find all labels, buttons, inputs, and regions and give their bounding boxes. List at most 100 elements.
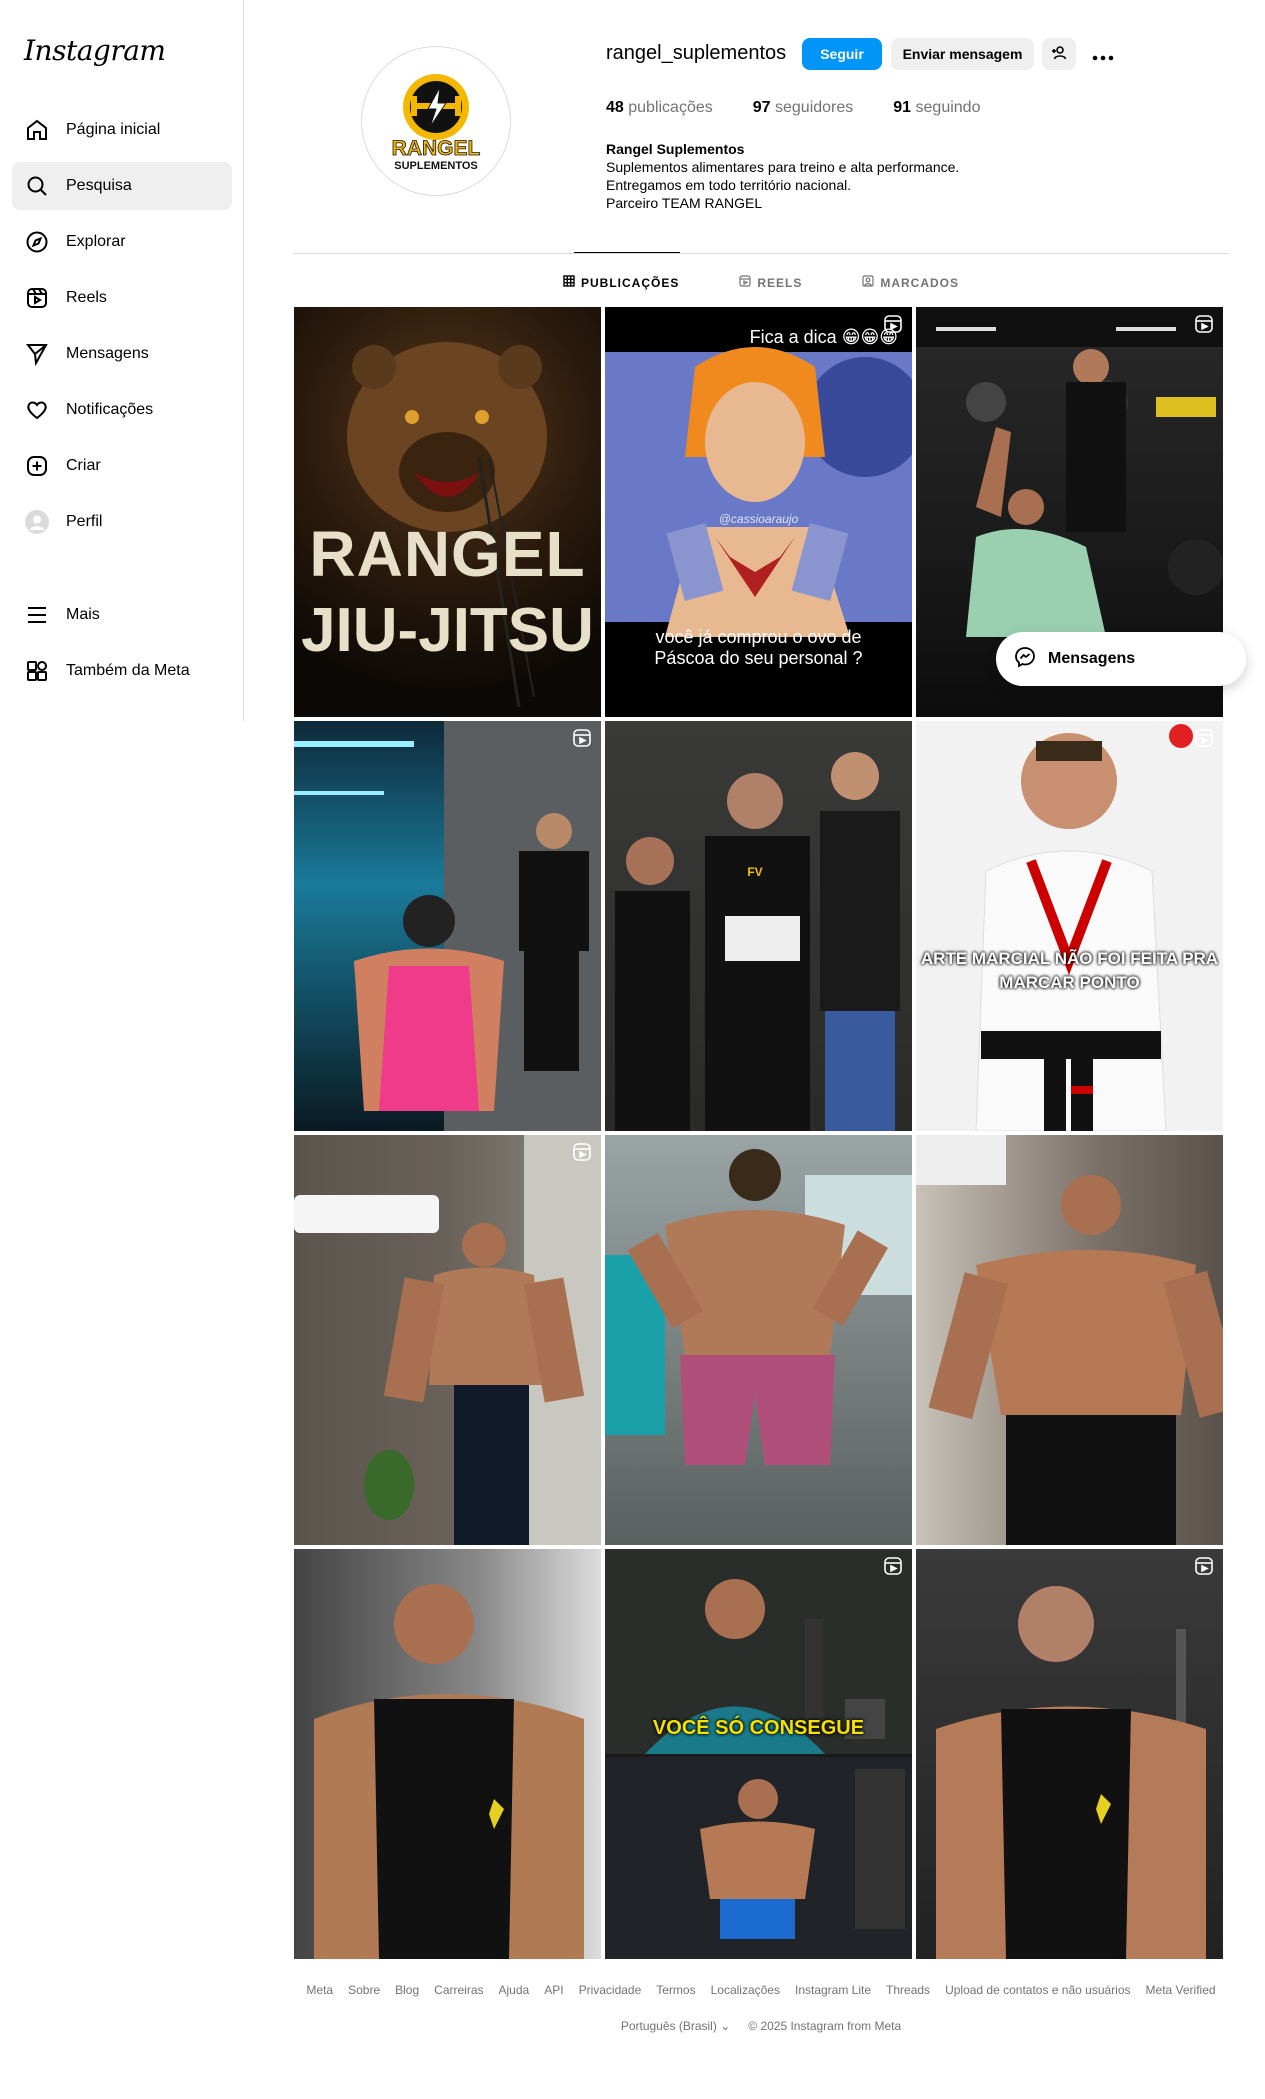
reel-indicator-icon [573, 1143, 591, 1161]
reel-indicator-icon [1195, 729, 1213, 747]
instagram-logo[interactable]: Instagram [24, 34, 166, 67]
footer-link[interactable]: Termos [656, 1983, 695, 1997]
logo-text-rangel: RANGEL [392, 137, 481, 160]
sidebar-item-more[interactable]: Mais [12, 591, 232, 639]
brand-logo: RANGEL SUPLEMENTOS [384, 69, 488, 173]
reel-indicator-icon [1195, 315, 1213, 333]
footer-link[interactable]: Upload de contatos e não usuários [945, 1983, 1130, 1997]
more-options-button[interactable] [1086, 38, 1120, 70]
reel-indicator-icon [1195, 1557, 1213, 1575]
following-count[interactable]: 91 seguindo [893, 99, 980, 117]
post-tile[interactable] [916, 1549, 1223, 1959]
sidebar-item-label: Notificações [66, 401, 154, 418]
post-image: FV [615, 752, 900, 1131]
tab-tagged[interactable]: MARCADOS [862, 275, 959, 290]
post-image [605, 1549, 912, 1959]
post-image [314, 1584, 584, 1959]
menu-icon [24, 602, 50, 628]
plus-square-icon [24, 453, 50, 479]
sidebar-item-label: Criar [66, 457, 101, 474]
sidebar-item-notifications[interactable]: Notificações [12, 386, 232, 434]
post-tile[interactable]: ARTE MARCIAL NÃO FOI FEITA PRA MARCAR PO… [916, 721, 1223, 1131]
profile-bio: Rangel Suplementos Suplementos alimentar… [606, 140, 959, 212]
sidebar-item-label: Pesquisa [66, 177, 132, 194]
sidebar-item-label: Também da Meta [66, 662, 190, 679]
post-tile[interactable] [294, 1549, 601, 1959]
sidebar-item-label: Perfil [66, 513, 103, 530]
search-icon [24, 173, 50, 199]
footer-bottom: Português (Brasil) ⌄ © 2025 Instagram fr… [293, 2019, 1229, 2033]
post-caption-line: ARTE MARCIAL NÃO FOI FEITA PRA [920, 949, 1219, 968]
reels-icon [739, 275, 751, 290]
post-tile[interactable]: FV [605, 721, 912, 1131]
post-image [294, 721, 601, 1131]
svg-text:FV: FV [747, 865, 762, 879]
footer-link[interactable]: Instagram Lite [795, 1983, 871, 1997]
ellipsis-icon [1092, 41, 1114, 67]
messages-bubble[interactable]: Mensagens [996, 632, 1246, 686]
sidebar-item-create[interactable]: Criar [12, 442, 232, 490]
footer-link[interactable]: Privacidade [579, 1983, 642, 1997]
footer-link[interactable]: Localizações [711, 1983, 780, 1997]
post-tile[interactable] [294, 1135, 601, 1545]
footer-links: Meta Sobre Blog Carreiras Ajuda API Priv… [293, 1983, 1229, 1997]
add-person-icon [1051, 45, 1067, 64]
avatar-icon [24, 509, 50, 535]
post-tile[interactable]: RANGEL JIU-JITSU [294, 307, 601, 717]
sidebar-item-label: Reels [66, 289, 107, 306]
post-caption-line: JIU-JITSU [301, 596, 594, 665]
bio-line: Suplementos alimentares para treino e al… [606, 159, 960, 175]
profile-avatar[interactable]: RANGEL SUPLEMENTOS [361, 46, 511, 196]
footer-link[interactable]: Blog [395, 1983, 419, 1997]
follow-button[interactable]: Seguir [802, 38, 882, 70]
reel-indicator-icon [884, 1557, 902, 1575]
home-icon [24, 117, 50, 143]
suggest-user-button[interactable] [1042, 38, 1076, 70]
footer-link[interactable]: Ajuda [499, 1983, 530, 1997]
tabs-divider [293, 253, 1229, 254]
post-tile[interactable] [294, 721, 601, 1131]
reels-icon [24, 285, 50, 311]
sidebar-item-label: Mais [66, 606, 100, 623]
profile-stats: 48 publicações 97 seguidores 91 seguindo [606, 99, 1020, 117]
sidebar-item-home[interactable]: Página inicial [12, 106, 232, 154]
posts-grid: RANGEL JIU-JITSU Fica a dica 😁😁😁 @cassio… [294, 307, 1225, 1959]
post-caption-line: MARCAR PONTO [999, 973, 1140, 992]
footer-link[interactable]: Meta Verified [1146, 1983, 1216, 1997]
sidebar-item-meta[interactable]: Também da Meta [12, 647, 232, 695]
sidebar-item-reels[interactable]: Reels [12, 274, 232, 322]
sidebar-item-profile[interactable]: Perfil [12, 498, 232, 546]
language-select[interactable]: Português (Brasil) ⌄ [621, 2019, 730, 2033]
footer-link[interactable]: API [544, 1983, 563, 1997]
reel-indicator-icon [573, 729, 591, 747]
send-message-button[interactable]: Enviar mensagem [891, 38, 1034, 70]
post-watermark: @cassioaraujo [718, 512, 799, 526]
post-tile[interactable]: Fica a dica 😁😁😁 @cassioaraujo você já co… [605, 307, 912, 717]
post-tile[interactable] [916, 1135, 1223, 1545]
post-tile[interactable] [605, 1135, 912, 1545]
footer-link[interactable]: Threads [886, 1983, 930, 1997]
post-tile[interactable]: VOCÊ SÓ CONSEGUE [605, 1549, 912, 1959]
tagged-icon [862, 275, 874, 290]
post-image [936, 1586, 1206, 1959]
bio-name: Rangel Suplementos [606, 141, 745, 157]
tab-reels[interactable]: REELS [739, 275, 802, 290]
chevron-down-icon: ⌄ [720, 2019, 731, 2033]
post-image [916, 1135, 1223, 1545]
followers-count[interactable]: 97 seguidores [753, 99, 854, 117]
tab-posts[interactable]: PUBLICAÇÕES [563, 275, 679, 290]
messages-bubble-label: Mensagens [1048, 650, 1136, 667]
footer-link[interactable]: Sobre [348, 1983, 380, 1997]
sidebar-item-label: Página inicial [66, 121, 161, 138]
sidebar-nav: Página inicial Pesquisa Explorar Reels M… [12, 106, 232, 554]
posts-count: 48 publicações [606, 99, 713, 116]
bio-line: Parceiro TEAM RANGEL [606, 195, 763, 211]
footer-link[interactable]: Meta [306, 1983, 333, 1997]
sidebar-item-search[interactable]: Pesquisa [12, 162, 232, 210]
sidebar-item-explore[interactable]: Explorar [12, 218, 232, 266]
post-caption-line: você já comprou o ovo de [655, 627, 862, 647]
footer-link[interactable]: Carreiras [434, 1983, 483, 1997]
sidebar-item-messages[interactable]: Mensagens [12, 330, 232, 378]
compass-icon [24, 229, 50, 255]
meta-apps-icon [24, 658, 50, 684]
